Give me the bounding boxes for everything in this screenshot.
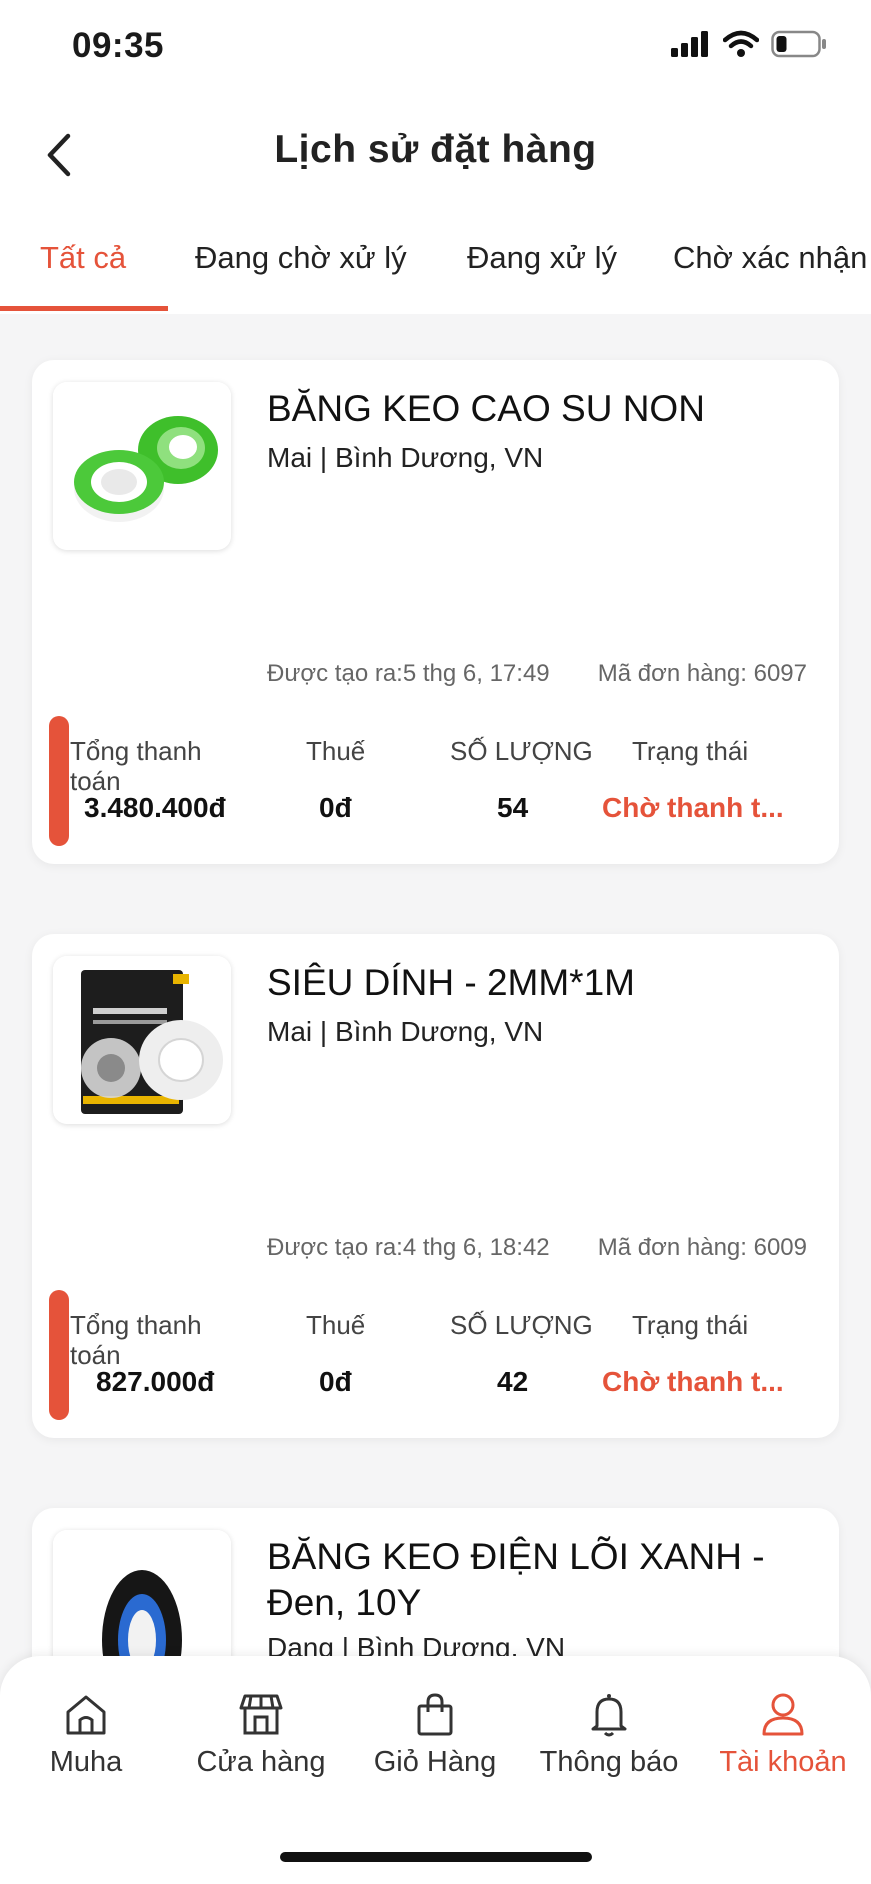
nav-store[interactable]: Cửa hàng [176,1690,346,1779]
quantity-label: SỐ LƯỢNG [450,1310,593,1340]
active-tab-indicator [0,306,168,311]
store-icon [239,1694,283,1735]
total-label: Tổng thanh toán [70,1310,202,1370]
order-card[interactable]: BĂNG KEO CAO SU NON Mai | Bình Dương, VN… [32,360,839,864]
order-number: Mã đơn hàng: 6097 [597,660,807,687]
nav-notifications-label: Thông báo [539,1746,679,1778]
tax-label: Thuế [306,736,366,766]
order-status-tabs: Tất cả Đang chờ xử lý Đang xử lý Chờ xác… [0,210,871,314]
home-indicator [280,1852,592,1862]
tab-pending[interactable]: Đang chờ xử lý [195,240,407,276]
home-icon [66,1695,106,1735]
user-icon [762,1693,804,1736]
nav-notifications[interactable]: Thông báo [524,1690,694,1779]
order-status-value: Chờ thanh t... [602,792,784,823]
status-accent-bar [49,1290,69,1420]
status-label: Trạng thái [632,736,749,766]
tab-all[interactable]: Tất cả [40,240,126,276]
total-value: 827.000đ [96,1366,215,1397]
nav-cart[interactable]: Giỏ Hàng [350,1690,520,1779]
created-date: Được tạo ra:4 thg 6, 18:42 [267,1234,550,1261]
tax-value: 0đ [319,792,352,823]
product-name: BĂNG KEO ĐIỆN LÕI XANH - Đen, 10Y [267,1536,765,1623]
battery-icon [771,30,826,58]
bag-icon [417,1693,453,1736]
nav-account[interactable]: Tài khoản [698,1690,868,1779]
wifi-icon [723,30,759,57]
quantity-label: SỐ LƯỢNG [450,736,593,766]
tax-label: Thuế [306,1310,366,1340]
tab-awaiting-confirmation[interactable]: Chờ xác nhận [673,240,867,276]
app-header: Lịch sử đặt hàng [0,100,871,210]
nav-cart-label: Giỏ Hàng [373,1746,497,1778]
product-image [53,956,231,1124]
total-label: Tổng thanh toán [70,736,202,796]
bell-icon [591,1694,627,1737]
product-name: SIÊU DÍNH - 2MM*1M [267,962,635,1003]
status-time: 09:35 [72,26,165,65]
page-title: Lịch sử đặt hàng [274,128,597,171]
product-image [53,382,231,550]
quantity-value: 42 [497,1366,529,1397]
status-bar: 09:35 [0,0,871,100]
nav-home-label: Muha [49,1746,123,1778]
seller-location: Mai | Bình Dương, VN [267,1016,544,1047]
total-value: 3.480.400đ [84,792,226,823]
tax-value: 0đ [319,1366,352,1397]
created-date: Được tạo ra:5 thg 6, 17:49 [267,660,550,687]
quantity-value: 54 [497,792,529,823]
status-label: Trạng thái [632,1310,749,1340]
status-accent-bar [49,716,69,846]
nav-store-label: Cửa hàng [196,1746,326,1778]
product-name: BĂNG KEO CAO SU NON [267,388,705,429]
order-card[interactable]: SIÊU DÍNH - 2MM*1M Mai | Bình Dương, VN … [32,934,839,1438]
cellular-signal-icon [671,31,708,57]
status-icons [671,30,827,58]
nav-account-label: Tài khoản [719,1746,847,1778]
seller-location: Mai | Bình Dương, VN [267,442,544,473]
nav-home[interactable]: Muha [1,1690,171,1779]
order-number: Mã đơn hàng: 6009 [597,1234,807,1261]
bottom-navigation: Muha Cửa hàng Giỏ Hàng Thông báo Tài kho… [0,1656,871,1884]
order-status-value: Chờ thanh t... [602,1366,784,1397]
tab-processing[interactable]: Đang xử lý [467,240,617,276]
